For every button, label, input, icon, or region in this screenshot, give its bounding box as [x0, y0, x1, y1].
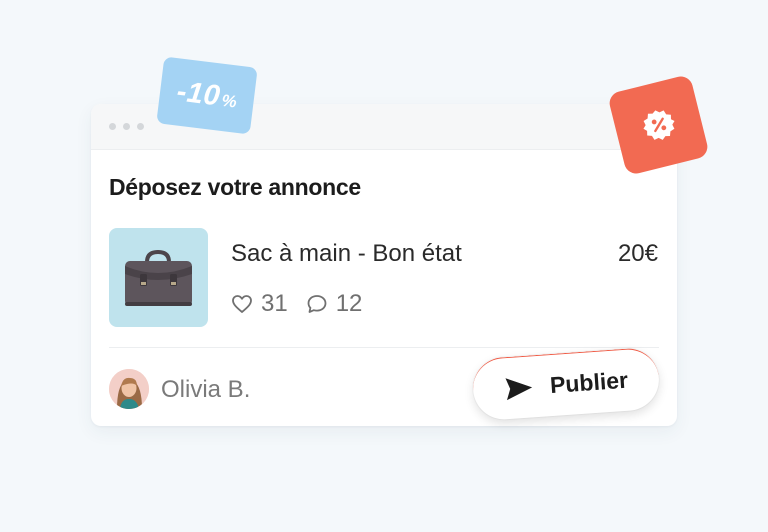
percent-badge-icon: [642, 110, 675, 141]
publish-label: Publier: [549, 366, 629, 399]
card-title: Déposez votre annonce: [109, 174, 361, 200]
window-dot: [109, 123, 116, 130]
divider: [109, 347, 659, 348]
window-dots: [109, 123, 144, 130]
user-avatar-icon: [109, 369, 149, 409]
heart-icon: [232, 295, 252, 313]
discount-tag: -10 %: [156, 56, 258, 135]
comment-icon: [307, 295, 327, 313]
avatar[interactable]: [109, 369, 149, 409]
item-thumbnail[interactable]: [109, 228, 208, 327]
comments-count: 12: [335, 290, 363, 317]
handbag-icon: [125, 249, 192, 306]
discount-unit: %: [220, 90, 238, 112]
window-dot: [123, 123, 130, 130]
publish-button[interactable]: Publier: [471, 346, 661, 422]
send-icon: [505, 377, 533, 400]
window-dot: [137, 123, 144, 130]
author-name: Olivia B.: [161, 376, 251, 403]
item-price: 20€: [617, 240, 658, 267]
likes-count: 31: [261, 290, 288, 317]
item-title[interactable]: Sac à main - Bon état: [231, 240, 462, 268]
item-stats: 31 12: [231, 290, 362, 318]
comments-stat[interactable]: 12: [306, 290, 363, 318]
likes-stat[interactable]: 31: [231, 290, 288, 318]
discount-value: -10: [175, 75, 223, 113]
